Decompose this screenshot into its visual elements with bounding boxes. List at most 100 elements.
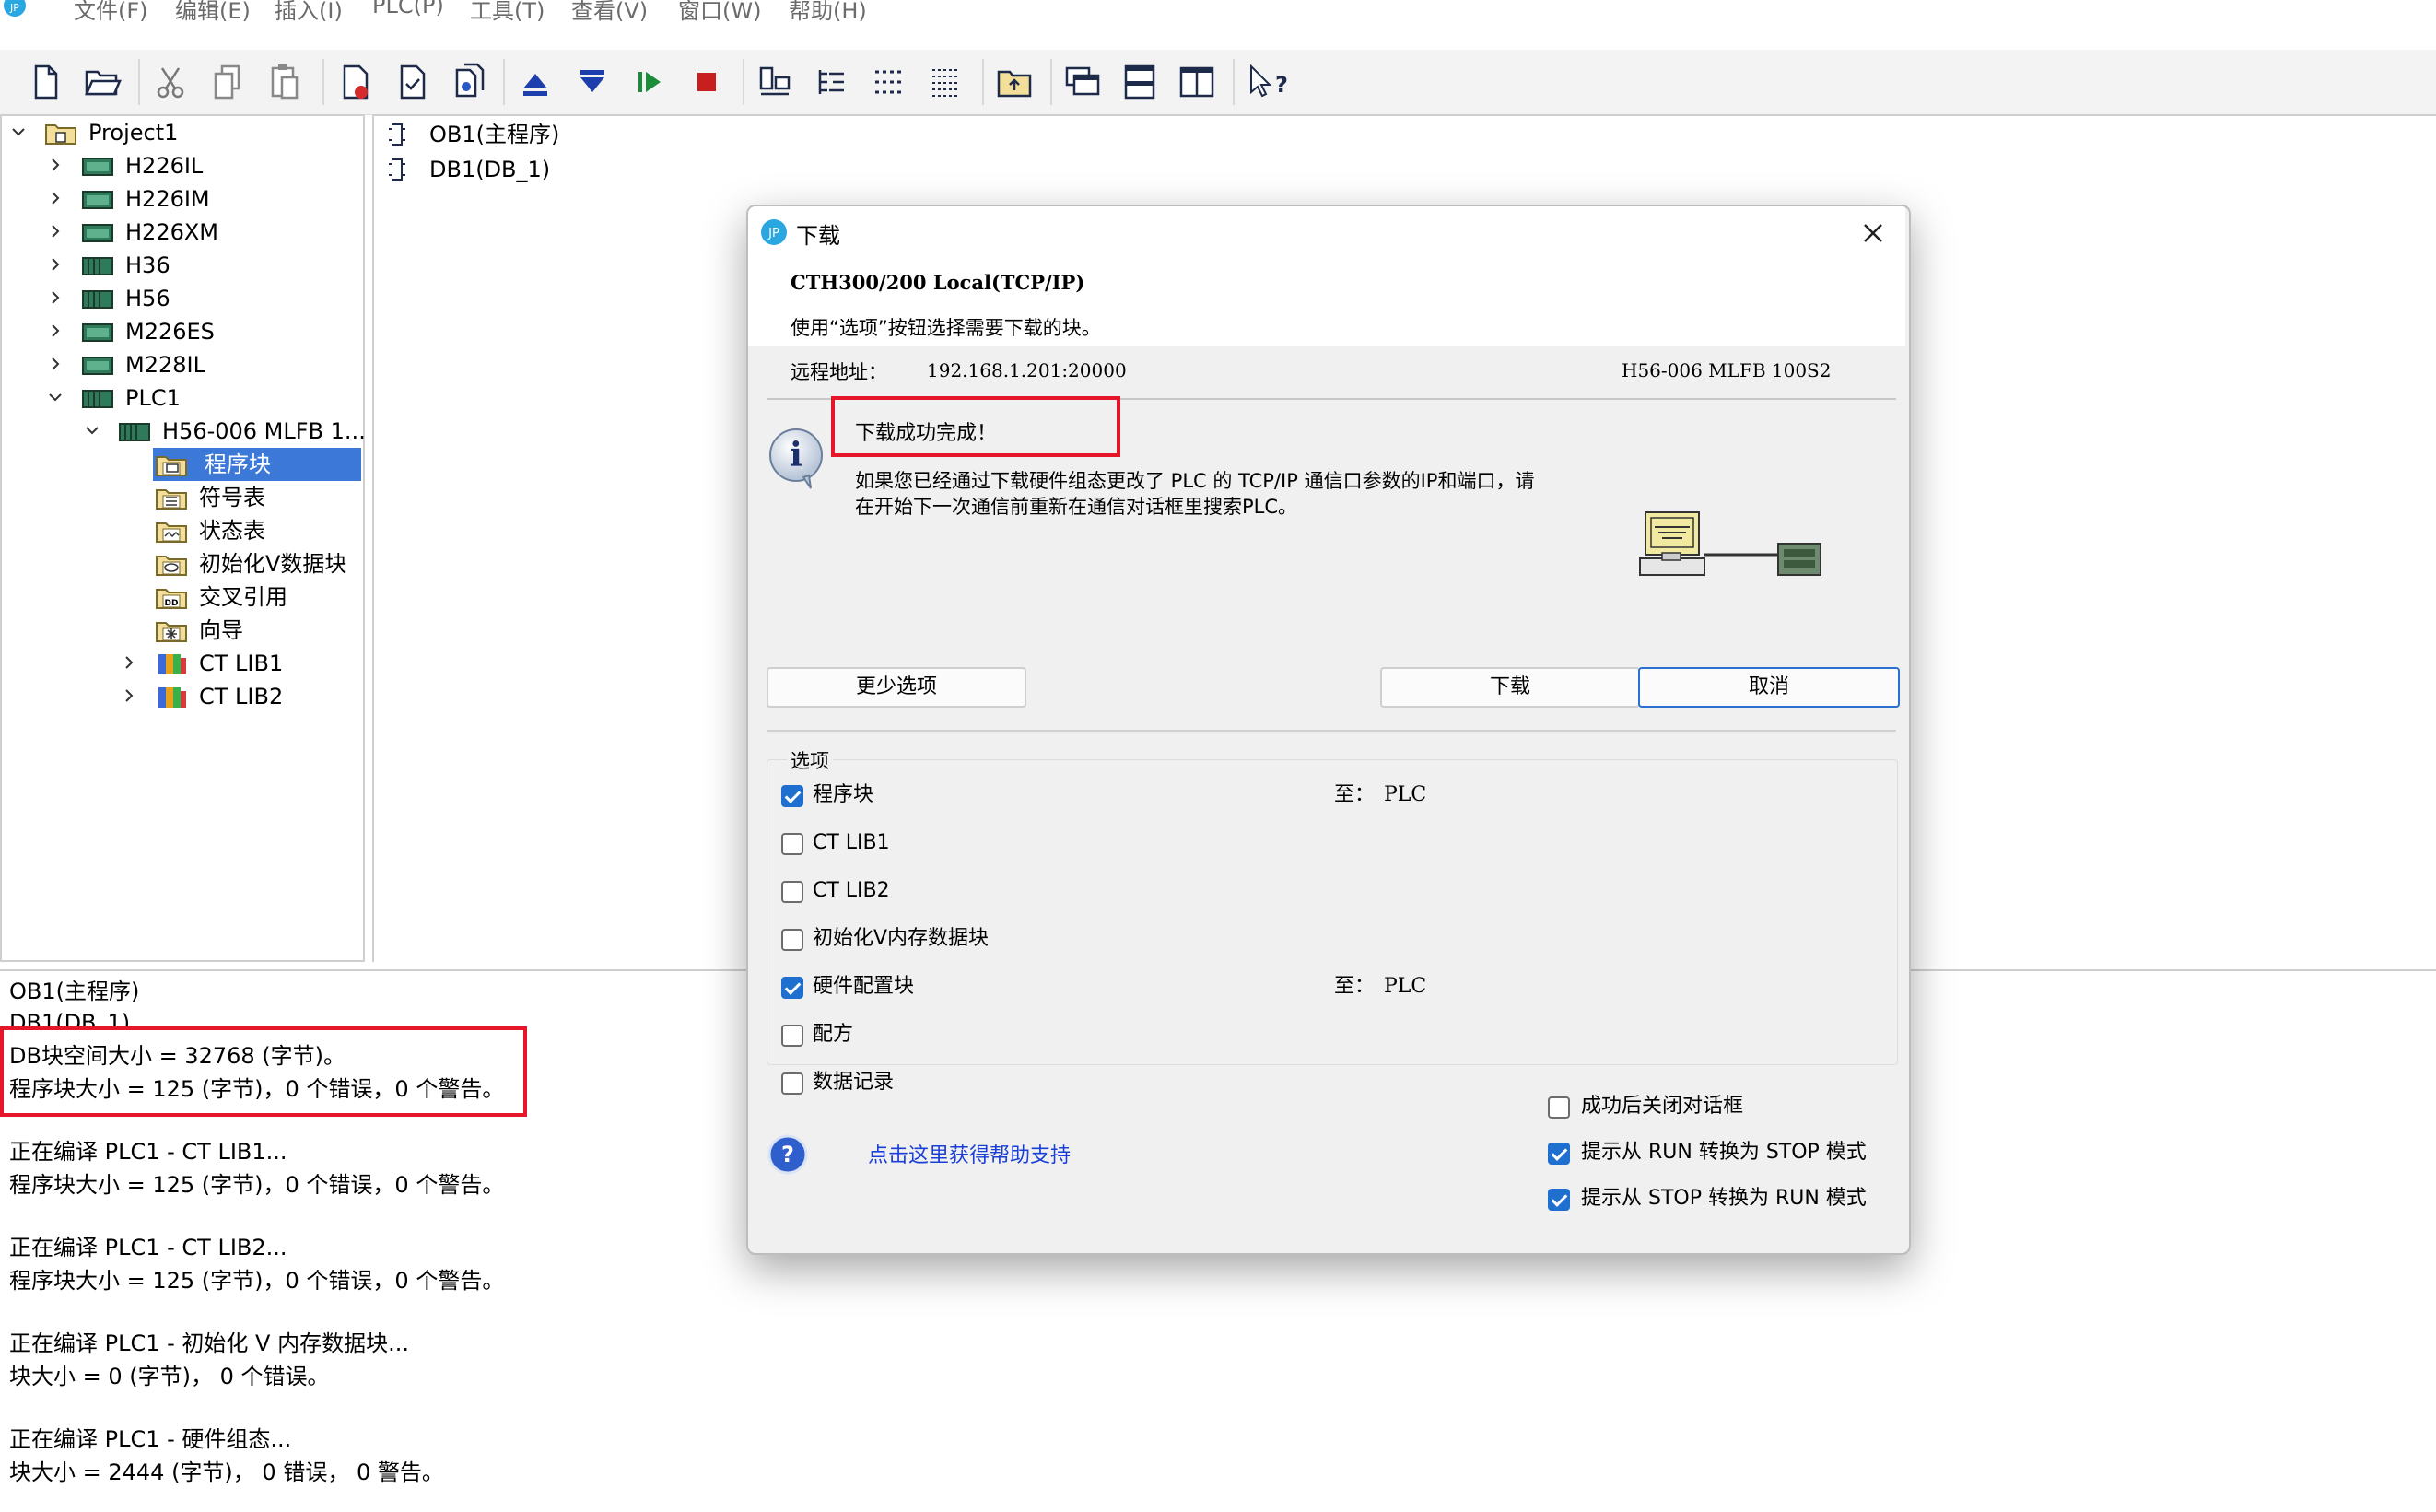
ladder-icon[interactable] [809, 59, 855, 105]
output-line: 块大小 = 0 (字节)， 0 个错误。 [9, 1364, 330, 1389]
download-icon[interactable] [569, 59, 615, 105]
tree-item[interactable]: 符号表 [0, 481, 361, 514]
tree-item-label: PLC1 [125, 385, 181, 411]
tree-item-label: 交叉引用 [199, 584, 287, 610]
compile-icon[interactable] [332, 59, 378, 105]
tree-item[interactable]: CT LIB1 [0, 647, 361, 680]
statement-list-icon[interactable] [923, 59, 969, 105]
tree-item[interactable]: H226IL [0, 149, 361, 182]
menu-plc[interactable]: PLC(P) [372, 0, 444, 18]
option-checkbox[interactable] [781, 833, 803, 855]
option-checkbox[interactable] [781, 977, 803, 999]
svg-text:i: i [790, 436, 802, 475]
window-horizontal-icon[interactable] [1117, 59, 1163, 105]
prompt-stop-to-run-label: 提示从 STOP 转换为 RUN 模式 [1581, 1187, 1867, 1210]
chevron-right-icon[interactable] [48, 282, 63, 315]
option-checkbox[interactable] [781, 929, 803, 951]
menu-help[interactable]: 帮助(H) [789, 0, 867, 25]
window-cascade-icon[interactable] [1060, 59, 1106, 105]
help-icon[interactable]: ? [767, 1133, 809, 1176]
chevron-right-icon[interactable] [48, 149, 63, 182]
menu-insert[interactable]: 插入(I) [275, 0, 343, 25]
tree-item[interactable]: H56 [0, 282, 361, 315]
tree-item[interactable]: Project1 [0, 116, 361, 149]
stop-icon[interactable] [684, 59, 730, 105]
paste-icon[interactable] [262, 59, 308, 105]
tree-item[interactable]: H226IM [0, 182, 361, 216]
cpu-module-icon [82, 257, 113, 275]
chevron-right-icon[interactable] [122, 647, 136, 680]
library-icon [158, 687, 186, 708]
block-label: DB1(DB_1) [429, 157, 551, 182]
open-folder-icon[interactable] [79, 59, 125, 105]
context-help-icon[interactable]: ? [1242, 59, 1288, 105]
menu-view[interactable]: 查看(V) [571, 0, 648, 25]
symbol-table-icon [156, 489, 187, 510]
chevron-right-icon[interactable] [48, 249, 63, 282]
hardware-icon[interactable] [752, 59, 798, 105]
chevron-down-icon[interactable] [11, 116, 26, 149]
instruction-text: 使用“选项”按钮选择需要下载的块。 [791, 317, 1101, 339]
check-icon[interactable] [389, 59, 435, 105]
chevron-right-icon[interactable] [48, 182, 63, 216]
tree-item[interactable]: 状态表 [0, 514, 361, 547]
device-name: H56-006 MLFB 100S2 [1622, 359, 1832, 381]
download-button[interactable]: 下载 [1380, 667, 1640, 708]
toolbar-separator [503, 59, 505, 105]
cut-icon[interactable] [147, 59, 193, 105]
app-logo-icon: JP [4, 0, 26, 17]
tree-item[interactable]: H226XM [0, 216, 361, 249]
chevron-down-icon[interactable] [85, 415, 100, 448]
project-folder-icon [45, 124, 76, 145]
tree-item[interactable]: CT LIB2 [0, 680, 361, 713]
copy-icon[interactable] [205, 59, 251, 105]
option-checkbox[interactable] [781, 1025, 803, 1047]
prompt-run-to-stop-checkbox[interactable] [1548, 1143, 1570, 1165]
fewer-options-button[interactable]: 更少选项 [767, 667, 1026, 708]
toolbar-separator [1233, 59, 1235, 105]
tree-item-label: H226XM [125, 219, 219, 245]
tree-item[interactable]: DD 交叉引用 [0, 580, 361, 614]
compile-all-icon[interactable] [446, 59, 492, 105]
close-icon[interactable] [1861, 221, 1885, 245]
prompt-stop-to-run-checkbox[interactable] [1548, 1189, 1570, 1211]
tree-item[interactable]: M228IL [0, 348, 361, 381]
tree-item-label: CT LIB2 [199, 684, 284, 709]
tree-item-label: M226ES [125, 319, 215, 345]
cpu-module-icon [82, 323, 113, 342]
option-checkbox[interactable] [781, 785, 803, 807]
tree-item[interactable]: M226ES [0, 315, 361, 348]
menu-tools[interactable]: 工具(T) [470, 0, 545, 25]
folder-up-icon[interactable] [991, 59, 1037, 105]
function-block-icon[interactable] [866, 59, 912, 105]
info-text-line2: 在开始下一次通信前重新在通信对话框里搜索PLC。 [855, 496, 1298, 518]
info-text-line1: 如果您已经通过下载硬件组态更改了 PLC 的 TCP/IP 通信口参数的IP和端… [855, 470, 1535, 492]
close-on-success-checkbox[interactable] [1548, 1096, 1570, 1119]
option-checkbox[interactable] [781, 1072, 803, 1095]
wizard-icon [156, 622, 187, 642]
help-link[interactable]: 点击这里获得帮助支持 [868, 1139, 1071, 1168]
chevron-right-icon[interactable] [48, 348, 63, 381]
chevron-right-icon[interactable] [48, 216, 63, 249]
menu-file[interactable]: 文件(F) [74, 0, 148, 25]
window-vertical-icon[interactable] [1174, 59, 1220, 105]
chevron-down-icon[interactable] [48, 381, 63, 415]
tree-item[interactable]: H36 [0, 249, 361, 282]
tree-item[interactable]: PLC1 [0, 381, 361, 415]
new-file-icon[interactable] [22, 59, 68, 105]
tree-item[interactable]: H56-006 MLFB 1... [0, 415, 366, 448]
program-block-folder-icon [156, 456, 187, 476]
upload-icon[interactable] [512, 59, 558, 105]
run-icon[interactable] [627, 59, 673, 105]
tree-item[interactable]: 向导 [0, 614, 361, 647]
chevron-right-icon[interactable] [122, 680, 136, 713]
option-label: CT LIB2 [813, 879, 890, 902]
option-checkbox[interactable] [781, 881, 803, 903]
tree-item[interactable]: 程序块 [0, 448, 361, 481]
cancel-button[interactable]: 取消 [1638, 667, 1900, 708]
menu-edit[interactable]: 编辑(E) [175, 0, 251, 25]
cpu-module-icon [119, 423, 150, 441]
menu-window[interactable]: 窗口(W) [678, 0, 761, 25]
chevron-right-icon[interactable] [48, 315, 63, 348]
tree-item[interactable]: 初始化V数据块 [0, 547, 361, 580]
